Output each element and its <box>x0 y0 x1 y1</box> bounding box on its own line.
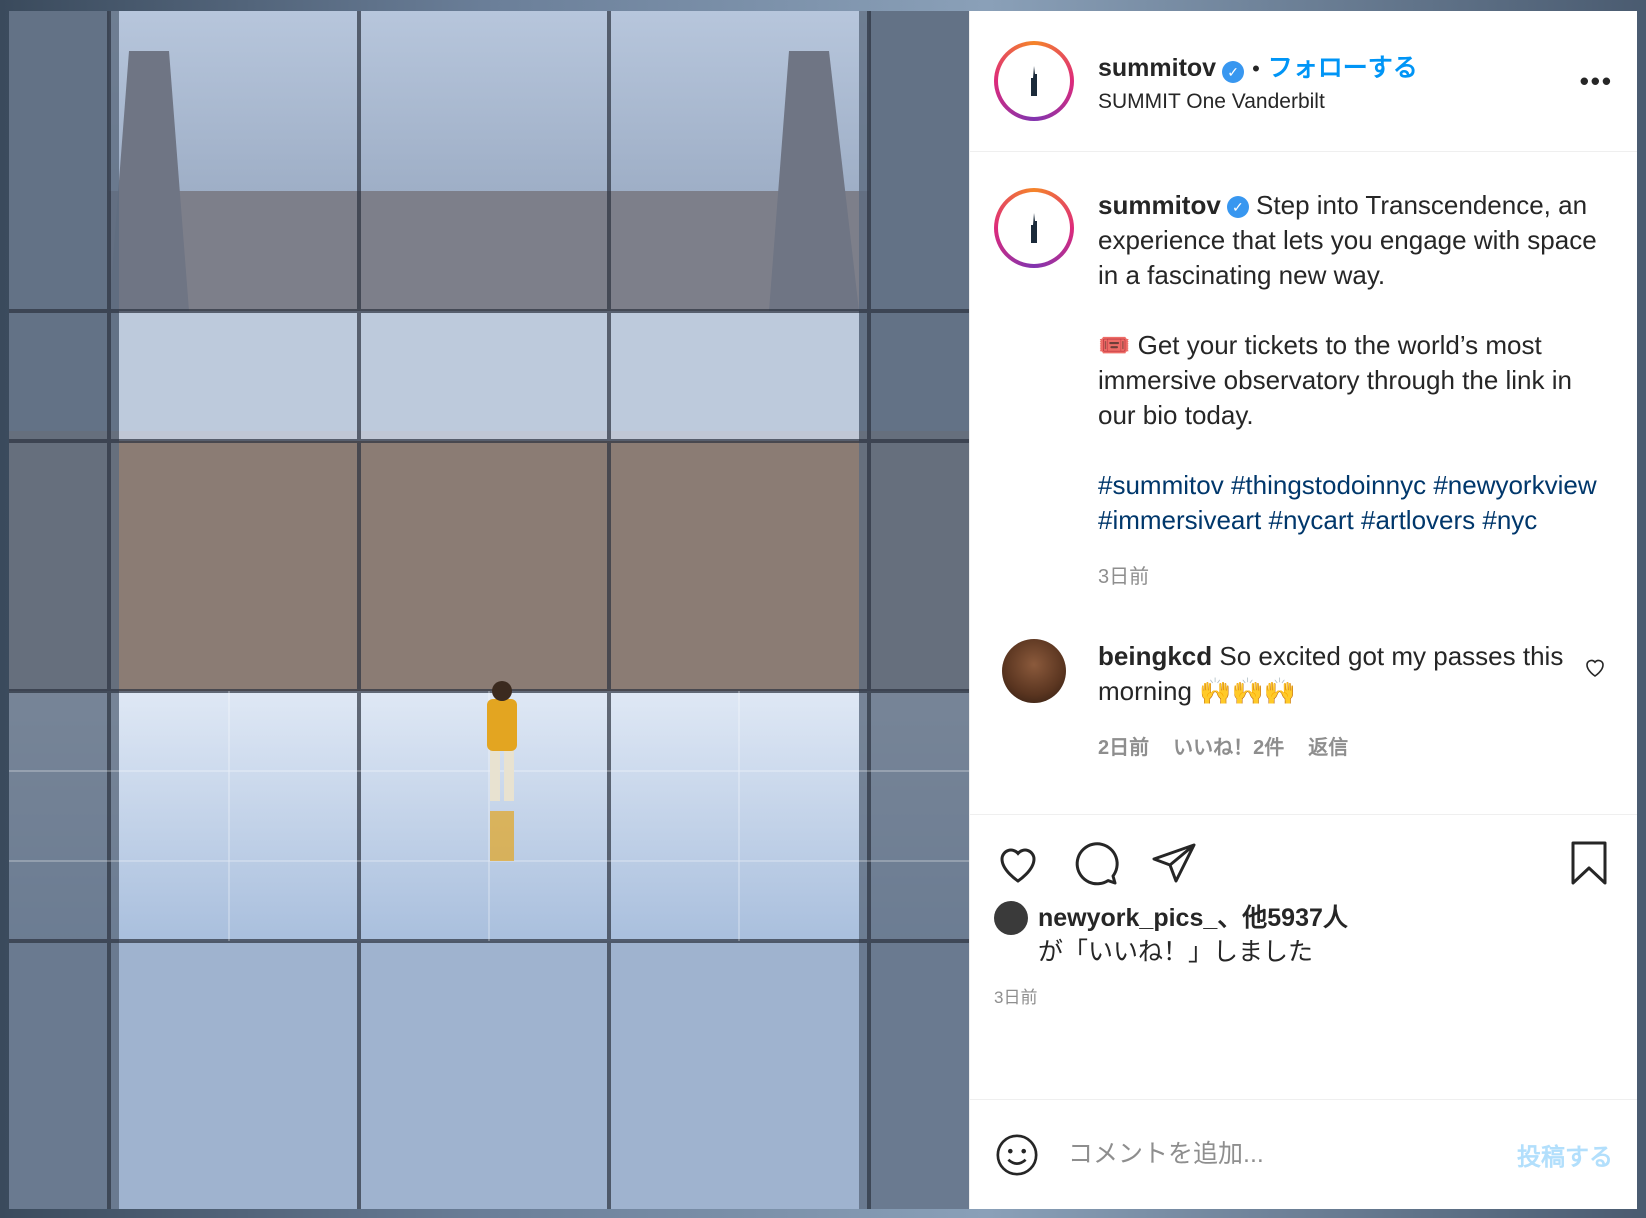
reply-button[interactable]: 返信 <box>1308 737 1348 759</box>
hashtag-link[interactable]: #thingstodoinnyc <box>1231 470 1426 500</box>
liker-username[interactable]: newyork_pics_ <box>1038 904 1217 932</box>
separator-dot: • <box>1252 56 1260 81</box>
hashtag-link[interactable]: #artlovers <box>1361 505 1475 535</box>
comment-input[interactable] <box>1066 1139 1517 1170</box>
likes-summary: newyork_pics_、他5937人 が「いいね！」しました <box>994 901 1613 969</box>
hashtag-link[interactable]: #immersiveart <box>1098 505 1261 535</box>
action-bar: newyork_pics_、他5937人 が「いいね！」しました 3日前 <box>970 814 1637 1099</box>
comments-area[interactable]: summitov ✓ Step into Transcendence, an ex… <box>970 152 1637 814</box>
save-bookmark-icon[interactable] <box>1565 839 1613 887</box>
post-comment-button[interactable]: 投稿する <box>1517 1137 1613 1172</box>
liker-avatar[interactable] <box>994 901 1028 935</box>
summit-logo-icon <box>1031 66 1037 96</box>
comment-time[interactable]: 2日前 <box>1098 737 1149 759</box>
post-photo[interactable] <box>9 11 969 1209</box>
hashtag-link[interactable]: #nycart <box>1268 505 1353 535</box>
verified-badge-icon: ✓ <box>1222 60 1245 83</box>
post-time[interactable]: 3日前 <box>994 983 1613 1008</box>
share-send-icon[interactable] <box>1150 839 1198 887</box>
post-header: summitov ✓ • フォローする SUMMIT One Vanderbilt •… <box>970 11 1637 152</box>
commenter-username[interactable]: beingkcd <box>1098 641 1212 671</box>
comment-like-heart-icon[interactable] <box>1583 655 1607 679</box>
likes-others[interactable]: 、他5937人 <box>1217 904 1348 932</box>
caption-time[interactable]: 3日前 <box>1098 560 1613 595</box>
hashtag-link[interactable]: #newyorkview <box>1433 470 1596 500</box>
hashtags: #summitov #thingstodoinnyc #newyorkview … <box>1098 470 1597 535</box>
caption-text-2: Get your tickets to the world’s most imm… <box>1098 330 1572 430</box>
ticket-emoji: 🎟️ <box>1098 330 1131 360</box>
author-avatar[interactable] <box>994 41 1074 121</box>
caption-avatar[interactable] <box>994 188 1074 268</box>
likes-suffix: が「いいね！」しました <box>1038 938 1314 966</box>
location-link[interactable]: SUMMIT One Vanderbilt <box>1098 90 1580 114</box>
like-heart-icon[interactable] <box>994 839 1042 887</box>
post-modal: summitov ✓ • フォローする SUMMIT One Vanderbilt •… <box>9 11 1637 1209</box>
emoji-smiley-icon[interactable] <box>994 1132 1040 1178</box>
post-sidebar: summitov ✓ • フォローする SUMMIT One Vanderbilt •… <box>969 11 1637 1209</box>
more-options-icon[interactable]: ••• <box>1580 66 1613 97</box>
caption: summitov ✓ Step into Transcendence, an ex… <box>994 188 1613 595</box>
hashtag-link[interactable]: #nyc <box>1482 505 1537 535</box>
caption-username[interactable]: summitov <box>1098 190 1221 220</box>
author-username[interactable]: summitov <box>1098 54 1216 82</box>
photo-artwork <box>9 11 969 1209</box>
comment-item: beingkcd So excited got my passes this m… <box>994 639 1613 766</box>
comment-bubble-icon[interactable] <box>1072 839 1120 887</box>
comment-likes[interactable]: いいね！2件 <box>1173 737 1284 759</box>
verified-badge-icon: ✓ <box>1226 196 1249 219</box>
hashtag-link[interactable]: #summitov <box>1098 470 1224 500</box>
commenter-avatar[interactable] <box>1002 639 1066 703</box>
follow-button[interactable]: フォローする <box>1268 54 1418 82</box>
add-comment-bar: 投稿する <box>970 1099 1637 1209</box>
summit-logo-icon <box>1031 213 1037 243</box>
